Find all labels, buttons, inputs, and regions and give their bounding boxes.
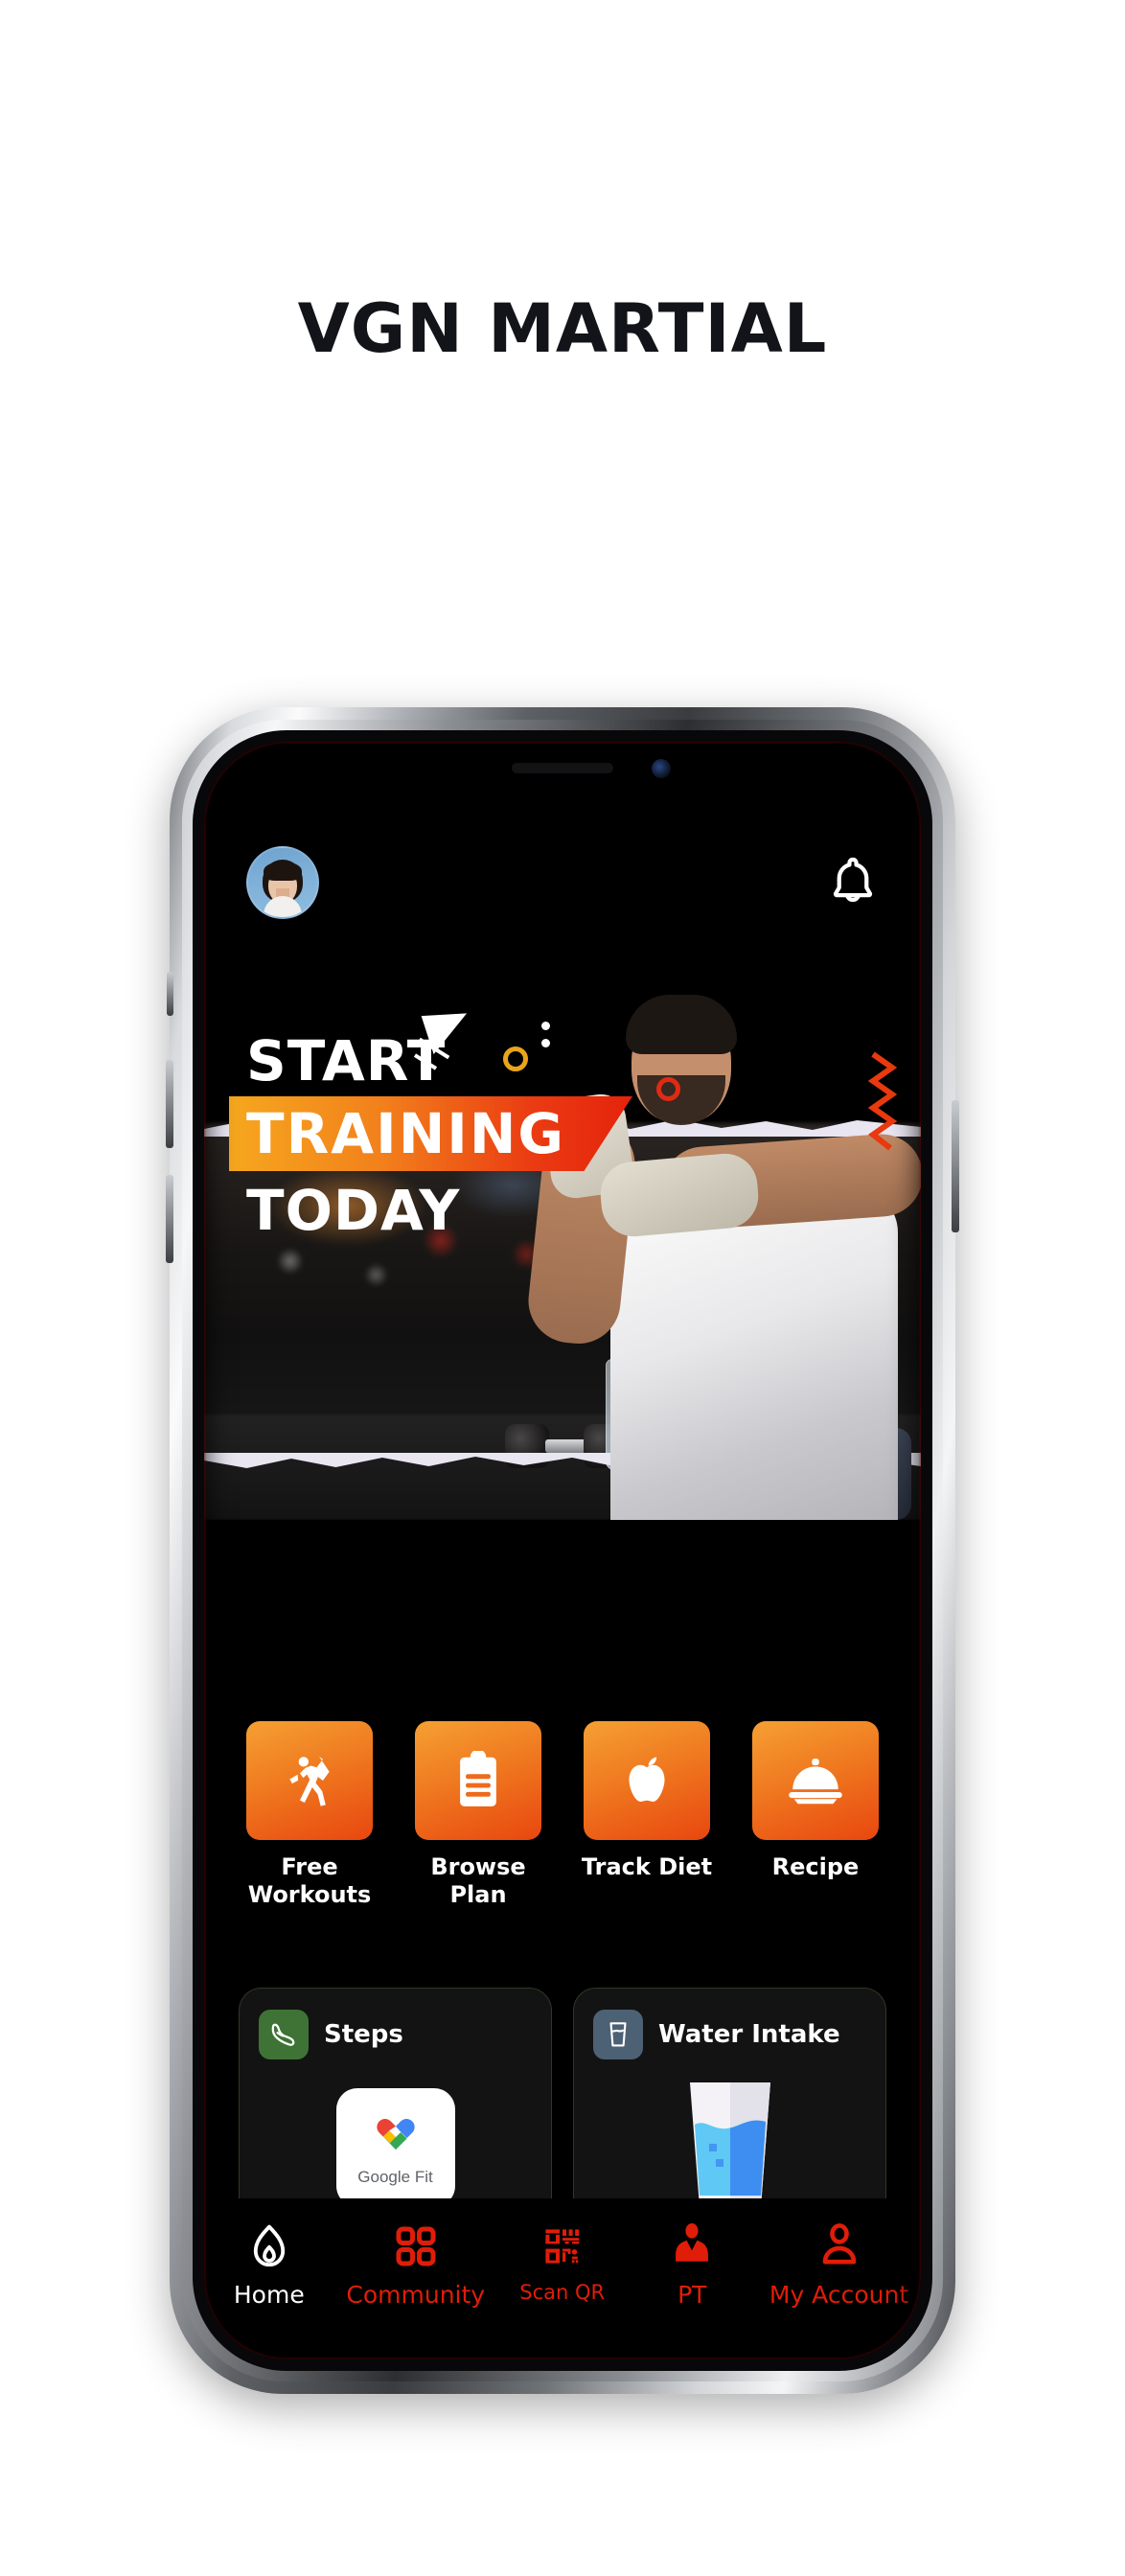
google-fit-label: Google Fit — [357, 2168, 433, 2186]
app-header — [204, 830, 921, 935]
track-diet-tile[interactable] — [584, 1721, 710, 1840]
bell-icon[interactable] — [827, 855, 879, 910]
hero-highlight-band: TRAINING — [229, 1096, 632, 1171]
nav-item-scan-qr[interactable]: Scan QR — [510, 2220, 615, 2304]
browse-plan-tile[interactable] — [415, 1721, 541, 1840]
hero-text-block: START TRAINING TODAY — [229, 1028, 632, 1243]
phone-notch — [404, 742, 721, 797]
browse-plan-label-line1: Browse — [430, 1853, 526, 1880]
water-glass-illustration — [689, 2082, 770, 2207]
track-diet-label-line1: Track Diet — [581, 1853, 713, 1880]
quick-actions-row: Free Workouts Browse Plan Track Diet Rec… — [204, 1721, 921, 1909]
nav-item-community[interactable]: Community — [346, 2220, 485, 2309]
hero-line-training: TRAINING — [246, 1101, 565, 1166]
avatar[interactable] — [246, 846, 319, 919]
volume-down-button[interactable] — [166, 1175, 173, 1263]
free-workouts-label: Free Workouts — [248, 1853, 372, 1909]
free-workouts-tile[interactable] — [246, 1721, 373, 1840]
nav-item-home[interactable]: Home — [217, 2220, 322, 2309]
boxer-torso-shirt — [610, 1188, 898, 1520]
google-fit-heart-icon — [376, 2119, 415, 2150]
water-card-header: Water Intake — [593, 2010, 866, 2059]
trainer-person-icon — [671, 2220, 713, 2273]
recipe-label: Recipe — [772, 1853, 860, 1881]
avatar-top — [264, 896, 302, 917]
volume-up-button[interactable] — [166, 1060, 173, 1148]
qr-code-icon — [541, 2220, 584, 2273]
bottom-navigation-bar: Home Community Scan QR PT My Account — [204, 2198, 921, 2359]
quick-action-free-workouts[interactable]: Free Workouts — [239, 1721, 380, 1909]
nav-label-scan-qr: Scan QR — [519, 2281, 606, 2304]
power-button[interactable] — [952, 1100, 959, 1232]
user-person-icon — [818, 2220, 861, 2273]
google-fit-widget[interactable]: Google Fit — [335, 2088, 455, 2207]
mute-switch-button[interactable] — [167, 972, 173, 1016]
clipboard-icon — [460, 1751, 496, 1806]
exercise-person-icon — [289, 1756, 330, 1806]
nav-label-community: Community — [346, 2281, 486, 2309]
earpiece-speaker — [512, 763, 613, 773]
grid-squares-icon — [394, 2220, 438, 2273]
page-root: VGN MARTIAL START TRAINING TODAY Free Wo… — [0, 0, 1125, 2576]
browse-plan-label: Browse Plan — [430, 1853, 525, 1909]
free-workouts-label-line1: Free — [281, 1853, 338, 1880]
nav-item-my-account[interactable]: My Account — [769, 2220, 908, 2309]
recipe-label-line1: Recipe — [771, 1853, 860, 1880]
nav-label-my-account: My Account — [769, 2281, 909, 2309]
hero-banner[interactable]: START TRAINING TODAY — [204, 954, 921, 1520]
recipe-tile[interactable] — [752, 1721, 879, 1840]
avatar-hair-front — [264, 862, 302, 881]
track-diet-label: Track Diet — [582, 1853, 712, 1881]
page-title: VGN MARTIAL — [297, 289, 828, 368]
hero-line-start: START — [246, 1028, 447, 1093]
zigzag-decoration-icon — [867, 1051, 898, 1151]
nav-label-pt: PT — [677, 2281, 707, 2309]
water-glass-icon — [593, 2010, 643, 2059]
home-icon — [246, 2220, 292, 2273]
phone-device-mockup: START TRAINING TODAY Free Workouts Brows… — [166, 707, 959, 2394]
quick-action-track-diet[interactable]: Track Diet — [576, 1721, 718, 1909]
quick-action-recipe[interactable]: Recipe — [745, 1721, 886, 1909]
front-camera — [652, 759, 671, 778]
running-shoe-icon — [259, 2010, 309, 2059]
red-ring-decoration-icon — [656, 1077, 680, 1101]
boxer-beard — [637, 1075, 725, 1125]
boxer-hair — [626, 995, 737, 1054]
hero-line-today: TODAY — [246, 1178, 461, 1243]
quick-action-browse-plan[interactable]: Browse Plan — [407, 1721, 549, 1909]
steps-card-title: Steps — [324, 2020, 403, 2049]
steps-card-header: Steps — [259, 2010, 532, 2059]
food-dome-icon — [789, 1759, 842, 1805]
browse-plan-label-line2: Plan — [449, 1880, 507, 1908]
free-workouts-label-line2: Workouts — [247, 1880, 372, 1908]
nav-label-home: Home — [233, 2281, 305, 2309]
water-card-title: Water Intake — [658, 2020, 840, 2049]
phone-screen: START TRAINING TODAY Free Workouts Brows… — [204, 742, 921, 2359]
apple-icon — [629, 1757, 665, 1802]
nav-item-pt[interactable]: PT — [639, 2220, 745, 2309]
